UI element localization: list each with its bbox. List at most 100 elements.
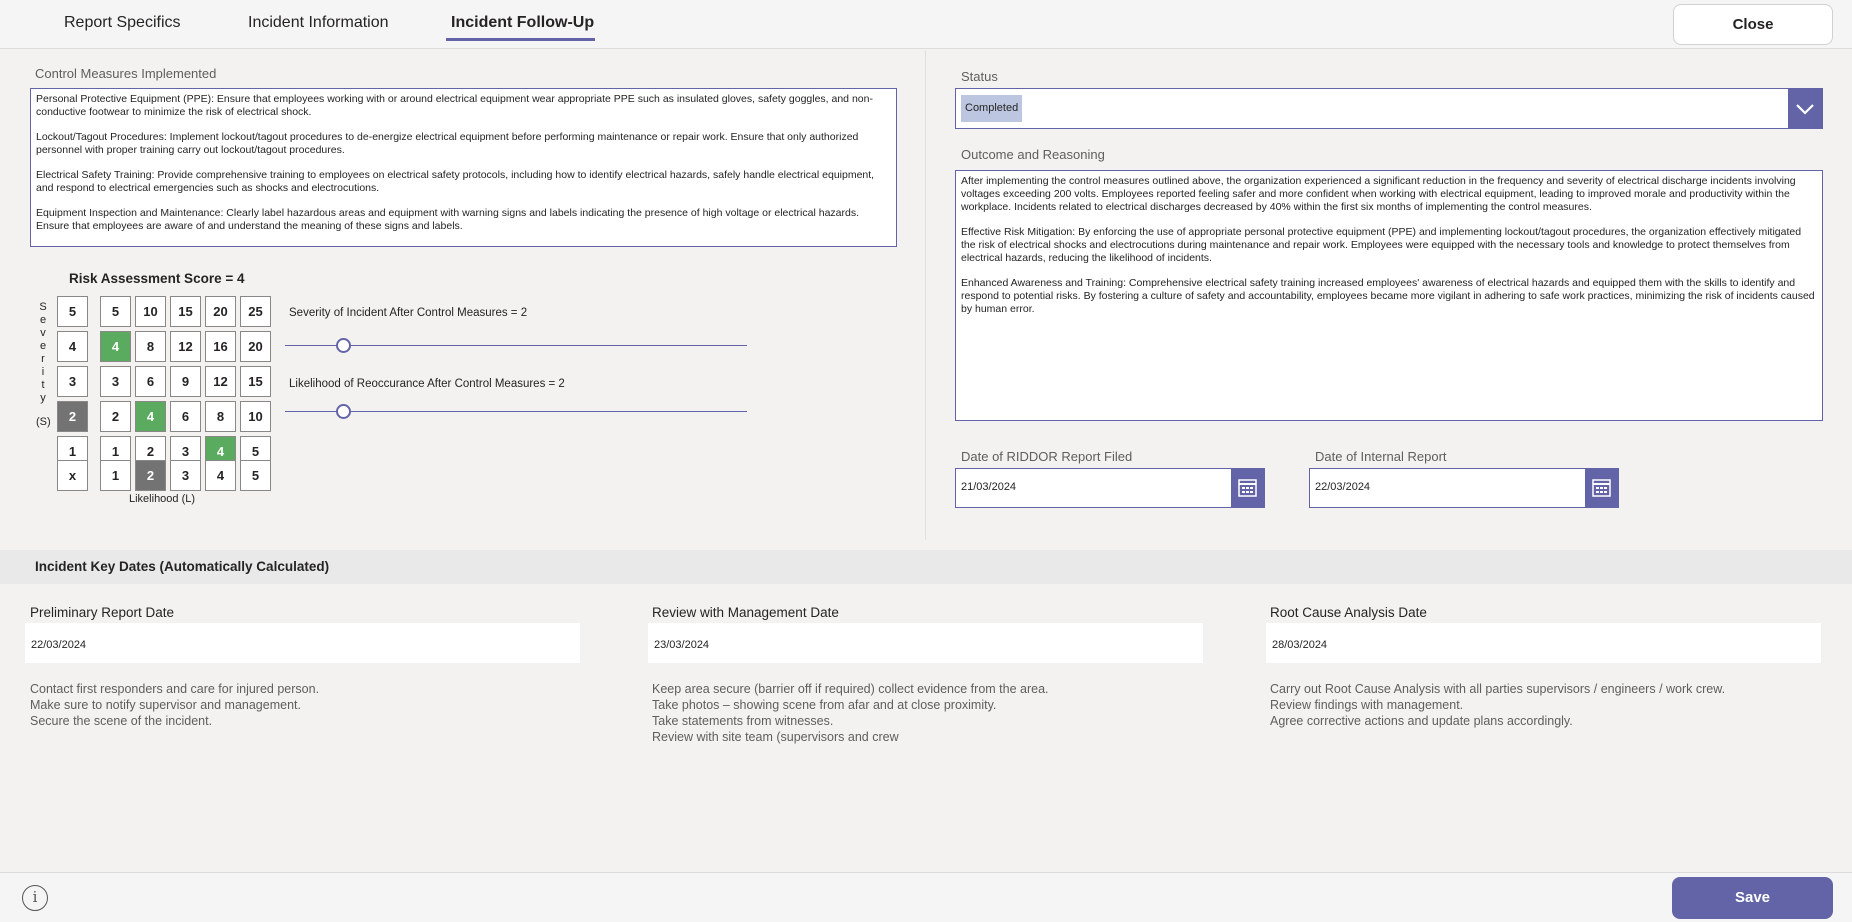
management-review-label: Review with Management Date: [652, 605, 839, 620]
riddor-calendar-button[interactable]: [1231, 469, 1264, 507]
outcome-paragraph: Effective Risk Mitigation: By enforcing …: [961, 226, 1802, 264]
preliminary-report-notes: Contact first responders and care for in…: [30, 681, 319, 729]
chevron-down-icon: [1796, 104, 1814, 115]
internal-date-label: Date of Internal Report: [1315, 449, 1447, 464]
risk-matrix-cell: 12: [170, 331, 201, 362]
management-review-date: 23/03/2024: [648, 623, 1203, 663]
outcome-paragraph: Enhanced Awareness and Training: Compreh…: [961, 277, 1815, 315]
likelihood-level-cell: 5: [240, 460, 271, 491]
outcome-textarea[interactable]: After implementing the control measures …: [955, 170, 1823, 421]
key-dates-header: Incident Key Dates (Automatically Calcul…: [0, 550, 1852, 584]
note-line: Take photos – showing scene from afar an…: [652, 698, 997, 712]
status-dropdown[interactable]: Completed: [955, 88, 1823, 129]
control-measure-paragraph: Personal Protective Equipment (PPE): Ens…: [36, 93, 873, 118]
severity-slider-track[interactable]: [285, 345, 747, 346]
internal-calendar-button[interactable]: [1585, 469, 1618, 507]
riddor-date-input[interactable]: 21/03/2024: [955, 468, 1265, 508]
severity-slider-handle[interactable]: [335, 338, 351, 353]
outcome-label: Outcome and Reasoning: [961, 147, 1105, 162]
risk-matrix-cell: 6: [135, 366, 166, 397]
note-line: Secure the scene of the incident.: [30, 714, 213, 728]
likelihood-level-cell: 1: [100, 460, 131, 491]
risk-matrix-cell: 3: [100, 366, 131, 397]
root-cause-label: Root Cause Analysis Date: [1270, 605, 1427, 620]
risk-matrix-cell: 5: [100, 296, 131, 327]
control-measures-textarea[interactable]: Personal Protective Equipment (PPE): Ens…: [30, 88, 897, 247]
preliminary-report-label: Preliminary Report Date: [30, 605, 175, 620]
severity-level-cell: 5: [57, 296, 88, 327]
note-line: Review with site team (supervisors and c…: [652, 730, 899, 744]
severity-level-cell: 4: [57, 331, 88, 362]
likelihood-slider-track[interactable]: [285, 411, 747, 412]
management-review-notes: Keep area secure (barrier off if require…: [652, 681, 1049, 745]
risk-matrix-cell: 15: [170, 296, 201, 327]
likelihood-level-cell: 4: [205, 460, 236, 491]
severity-level-cell: 3: [57, 366, 88, 397]
severity-level-cell: 2: [57, 401, 88, 432]
status-selected-value: Completed: [961, 95, 1023, 122]
outcome-paragraph: After implementing the control measures …: [961, 175, 1796, 213]
active-tab-indicator: [446, 38, 595, 41]
likelihood-level-cell: 3: [170, 460, 201, 491]
riddor-date-value: 21/03/2024: [961, 481, 1017, 493]
risk-matrix-cell: 8: [205, 401, 236, 432]
internal-date-value: 22/03/2024: [1315, 481, 1371, 493]
severity-letter: v: [40, 327, 46, 339]
risk-matrix-cell: 20: [240, 331, 271, 362]
severity-slider-label: Severity of Incident After Control Measu…: [289, 307, 528, 319]
riddor-date-label: Date of RIDDOR Report Filed: [961, 449, 1133, 464]
calendar-icon: [1238, 479, 1257, 497]
tab-report-specifics[interactable]: Report Specifics: [64, 14, 181, 32]
root-cause-date: 28/03/2024: [1266, 623, 1821, 663]
top-nav: Report Specifics Incident Information In…: [0, 0, 1852, 49]
tab-incident-follow-up[interactable]: Incident Follow-Up: [451, 14, 594, 32]
risk-matrix-cell: 10: [240, 401, 271, 432]
risk-matrix-cell: 2: [100, 401, 131, 432]
risk-matrix-cell: 25: [240, 296, 271, 327]
preliminary-report-date: 22/03/2024: [25, 623, 580, 663]
risk-matrix-cell: 12: [205, 366, 236, 397]
likelihood-slider-label: Likelihood of Reoccurance After Control …: [289, 378, 565, 390]
risk-matrix-cell: 20: [205, 296, 236, 327]
key-dates-title: Incident Key Dates (Automatically Calcul…: [35, 559, 330, 574]
info-icon[interactable]: i: [22, 885, 48, 911]
control-measure-paragraph: Equipment Inspection and Maintenance: Cl…: [36, 207, 859, 232]
status-dropdown-button[interactable]: [1788, 89, 1822, 128]
risk-matrix-cell: 15: [240, 366, 271, 397]
severity-letter: e: [39, 314, 47, 326]
tab-incident-information[interactable]: Incident Information: [248, 14, 389, 32]
matrix-x-cell: x: [57, 460, 88, 491]
severity-letter: y: [40, 392, 46, 404]
risk-matrix-cell: 16: [205, 331, 236, 362]
calendar-icon: [1592, 479, 1611, 497]
note-line: Make sure to notify supervisor and manag…: [30, 698, 301, 712]
risk-matrix-cell: 10: [135, 296, 166, 327]
note-line: Agree corrective actions and update plan…: [1270, 714, 1573, 728]
save-button[interactable]: Save: [1672, 877, 1833, 919]
note-line: Keep area secure (barrier off if require…: [652, 682, 1049, 696]
risk-matrix-cell: 9: [170, 366, 201, 397]
severity-letter: e: [39, 340, 47, 352]
control-measure-paragraph: Lockout/Tagout Procedures: Implement loc…: [36, 131, 859, 156]
footer-bar: i Save: [0, 872, 1852, 922]
note-line: Take statements from witnesses.: [652, 714, 834, 728]
severity-letter: t: [41, 379, 45, 391]
control-measure-paragraph: Electrical Safety Training: Provide comp…: [36, 169, 875, 194]
risk-score-title: Risk Assessment Score = 4: [69, 271, 245, 286]
likelihood-slider-handle[interactable]: [335, 404, 351, 419]
severity-axis-suffix: (S): [36, 416, 51, 428]
severity-axis-label: Severity: [36, 301, 50, 405]
likelihood-axis-label: Likelihood (L): [129, 493, 196, 505]
risk-matrix-cell: 8: [135, 331, 166, 362]
note-line: Contact first responders and care for in…: [30, 682, 320, 696]
close-button[interactable]: Close: [1673, 4, 1833, 45]
risk-matrix-cell: 6: [170, 401, 201, 432]
severity-letter: S: [39, 301, 47, 313]
risk-matrix-cell: 4: [135, 401, 166, 432]
note-line: Carry out Root Cause Analysis with all p…: [1270, 682, 1726, 696]
severity-letter: i: [41, 366, 45, 378]
note-line: Review findings with management.: [1270, 698, 1464, 712]
left-panel: Control Measures Implemented Personal Pr…: [0, 50, 926, 540]
internal-date-input[interactable]: 22/03/2024: [1309, 468, 1619, 508]
status-label: Status: [961, 69, 998, 84]
